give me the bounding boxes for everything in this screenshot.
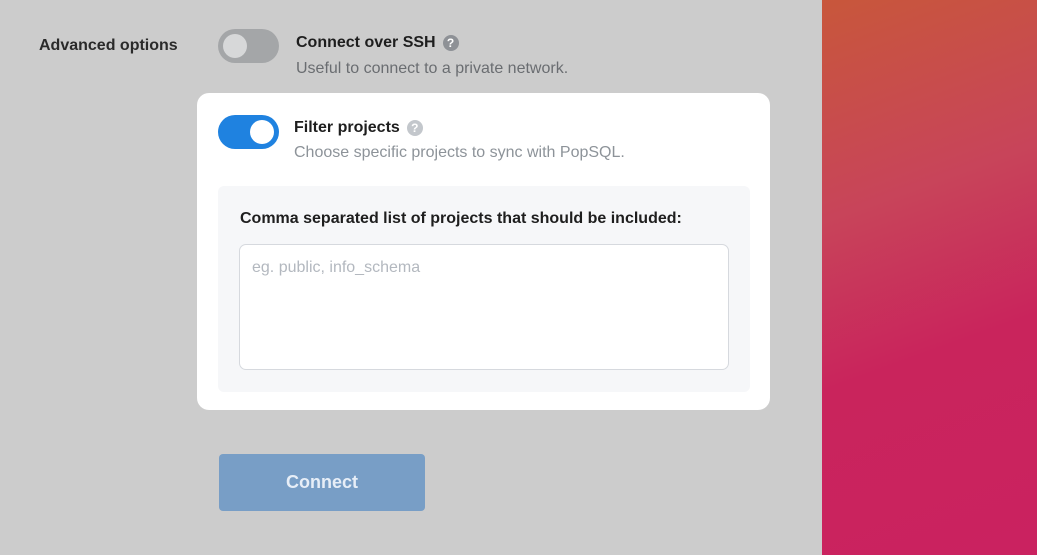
filter-option-description: Choose specific projects to sync with Po… <box>294 144 625 161</box>
main-panel: Advanced options Connect over SSH ? Usef… <box>0 0 822 555</box>
projects-list-box: Comma separated list of projects that sh… <box>218 186 750 392</box>
ssh-option-title-row: Connect over SSH ? <box>296 34 459 52</box>
filter-projects-card: Filter projects ? Choose specific projec… <box>197 93 770 410</box>
ssh-toggle-knob <box>223 34 247 58</box>
advanced-options-label: Advanced options <box>39 37 178 54</box>
ssh-help-icon[interactable]: ? <box>442 35 459 51</box>
filter-projects-toggle-knob <box>250 120 274 144</box>
filter-option-title-row: Filter projects ? <box>294 119 423 137</box>
ssh-option-description: Useful to connect to a private network. <box>296 60 569 77</box>
filter-help-icon[interactable]: ? <box>406 120 423 136</box>
ssh-toggle[interactable] <box>218 29 279 63</box>
side-gradient-panel <box>822 0 1037 555</box>
ssh-option-title: Connect over SSH <box>296 34 436 51</box>
connect-button[interactable]: Connect <box>219 454 425 511</box>
filter-projects-toggle[interactable] <box>218 115 279 149</box>
projects-list-label: Comma separated list of projects that sh… <box>240 210 682 227</box>
projects-input[interactable] <box>239 244 729 370</box>
filter-option-title: Filter projects <box>294 119 400 136</box>
